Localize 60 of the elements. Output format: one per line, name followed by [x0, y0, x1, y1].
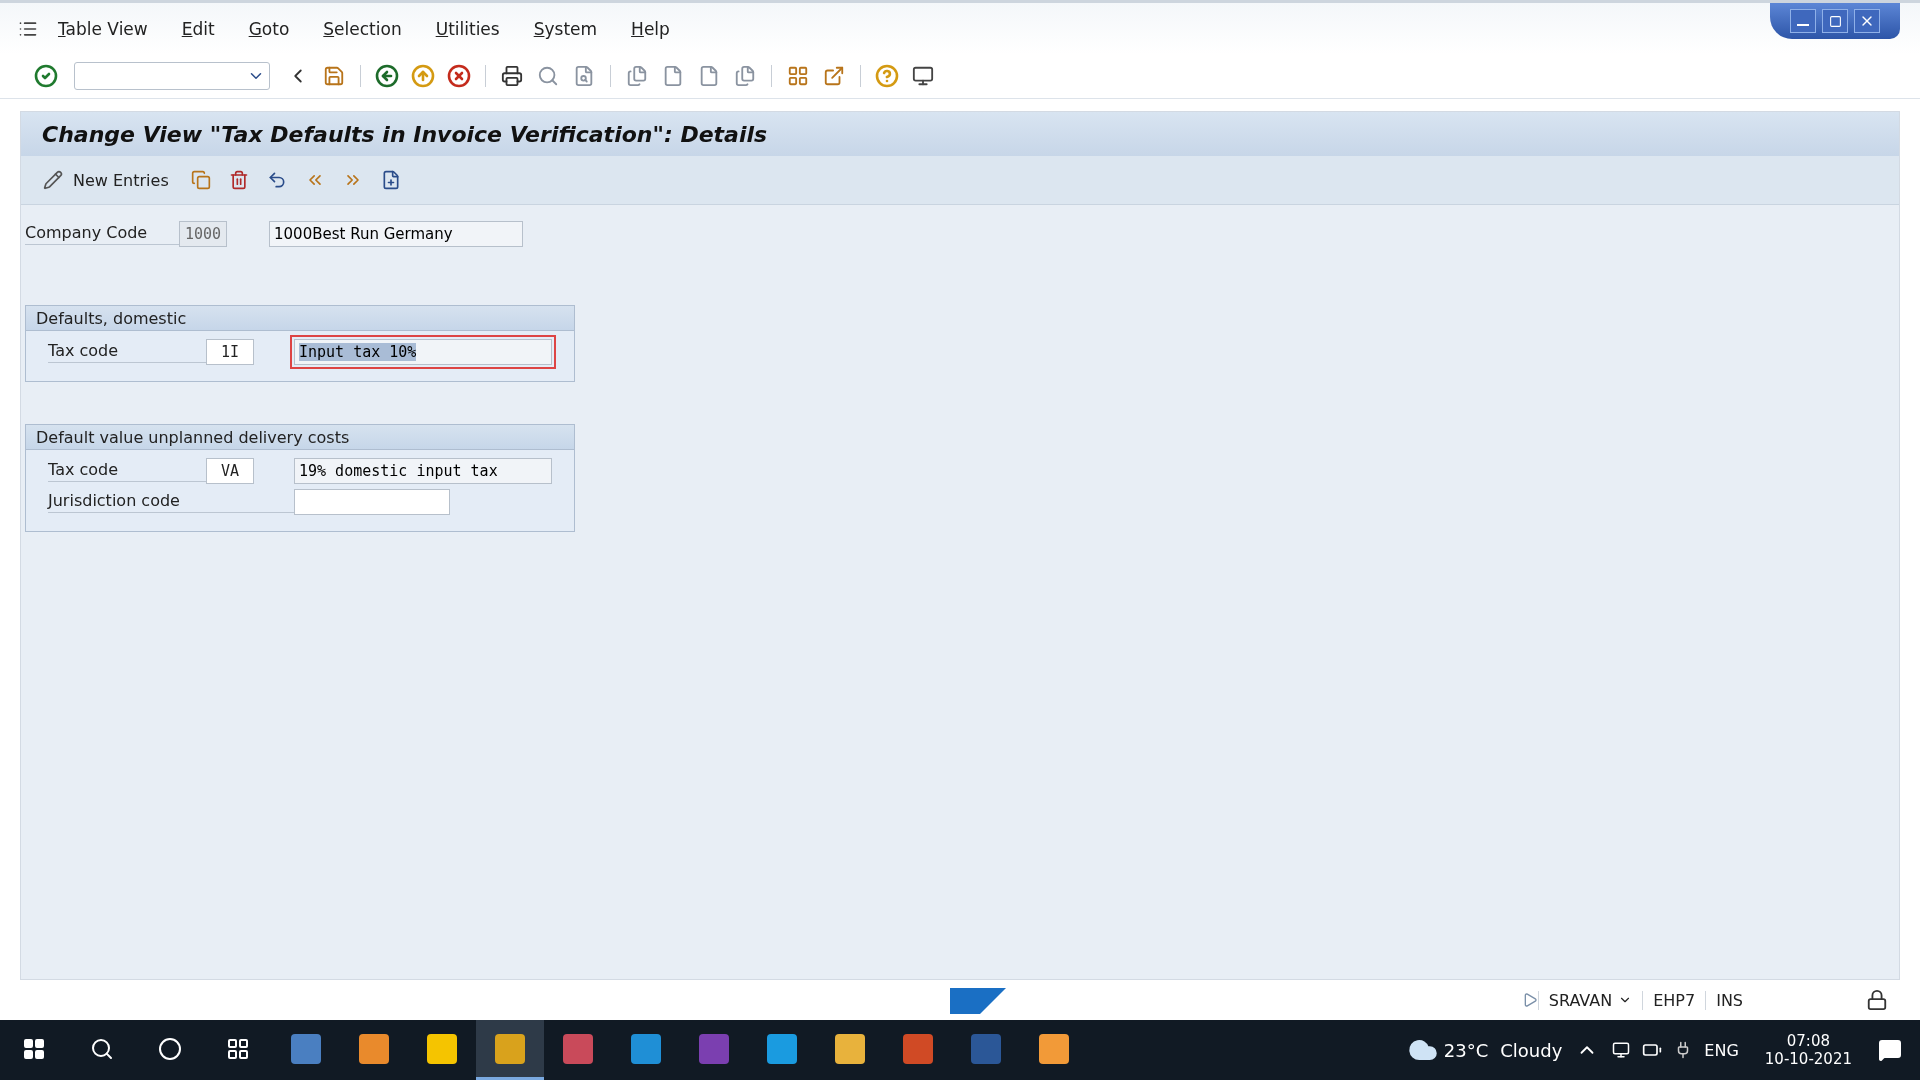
taskbar-app[interactable] [476, 1020, 544, 1080]
group-title: Defaults, domestic [26, 306, 574, 331]
input-mode: INS [1705, 990, 1753, 1010]
company-code-field[interactable]: 1000 [179, 221, 227, 247]
menu-item[interactable]: Goto [234, 18, 304, 39]
new-entries-button[interactable]: New Entries [35, 166, 177, 194]
cancel-button[interactable] [445, 62, 473, 90]
enter-button[interactable] [32, 62, 60, 90]
weather-condition: Cloudy [1499, 1039, 1564, 1061]
weather-temperature: 23°C [1442, 1039, 1490, 1061]
print-icon [501, 65, 523, 87]
copy-icon [190, 170, 211, 190]
menu-item[interactable]: Table View [44, 18, 162, 39]
clock-date[interactable]: 10-10-2021 [1758, 1050, 1858, 1068]
cancel-icon [447, 64, 471, 88]
help-icon [875, 64, 899, 88]
tax-code-description: 19% domestic input tax [294, 458, 552, 484]
exit-icon [411, 64, 435, 88]
windows-logo-icon [22, 1036, 46, 1061]
user-dropdown[interactable]: SRAVAN [1537, 990, 1643, 1010]
menu-item[interactable]: Edit [167, 18, 229, 39]
company-name-field: 1000Best Run Germany [269, 221, 523, 247]
delete-icon [228, 170, 249, 190]
previous-page-icon [662, 65, 684, 87]
notifications-icon[interactable] [1878, 1038, 1902, 1062]
last-page-icon [734, 65, 756, 87]
back-button[interactable] [373, 62, 401, 90]
menu-item[interactable]: Utilities [421, 18, 514, 39]
command-field[interactable] [74, 62, 270, 90]
back-icon [375, 64, 399, 88]
task-view-icon [226, 1036, 250, 1061]
first-page-icon [626, 65, 648, 87]
lock-icon[interactable] [1866, 989, 1888, 1011]
menu-item[interactable]: Help [617, 18, 684, 39]
field-label: Jurisdiction code [48, 491, 294, 513]
restore-icon [1828, 14, 1842, 28]
restore-button[interactable] [1822, 9, 1848, 33]
find-next-icon [573, 65, 595, 87]
save-icon [323, 65, 345, 87]
clock-time[interactable]: 07:08 [1780, 1032, 1836, 1050]
jurisdiction-code-field[interactable] [294, 489, 450, 515]
group-title: Default value unplanned delivery costs [26, 425, 574, 450]
minimize-icon [1797, 24, 1809, 26]
language-indicator[interactable]: ENG [1698, 1040, 1745, 1060]
system-name: EHP7 [1642, 990, 1706, 1010]
search-icon [90, 1036, 114, 1061]
shortcut-icon [823, 65, 845, 87]
minimize-button[interactable] [1790, 9, 1816, 33]
tax-code-field[interactable]: 1I [206, 339, 254, 365]
find-icon [537, 65, 559, 87]
menu-item[interactable]: System [519, 18, 612, 39]
enter-icon [34, 64, 58, 88]
sap-logo [950, 988, 1006, 1014]
tax-code-field[interactable]: VA [206, 458, 254, 484]
pencil-icon [43, 170, 63, 190]
menu-item[interactable]: Selection [309, 18, 416, 39]
undo-icon [266, 170, 287, 190]
next-page-icon [698, 65, 720, 87]
close-button[interactable] [1854, 9, 1880, 33]
screen-title: Change View "Tax Defaults in Invoice Verification": Details [42, 121, 768, 147]
